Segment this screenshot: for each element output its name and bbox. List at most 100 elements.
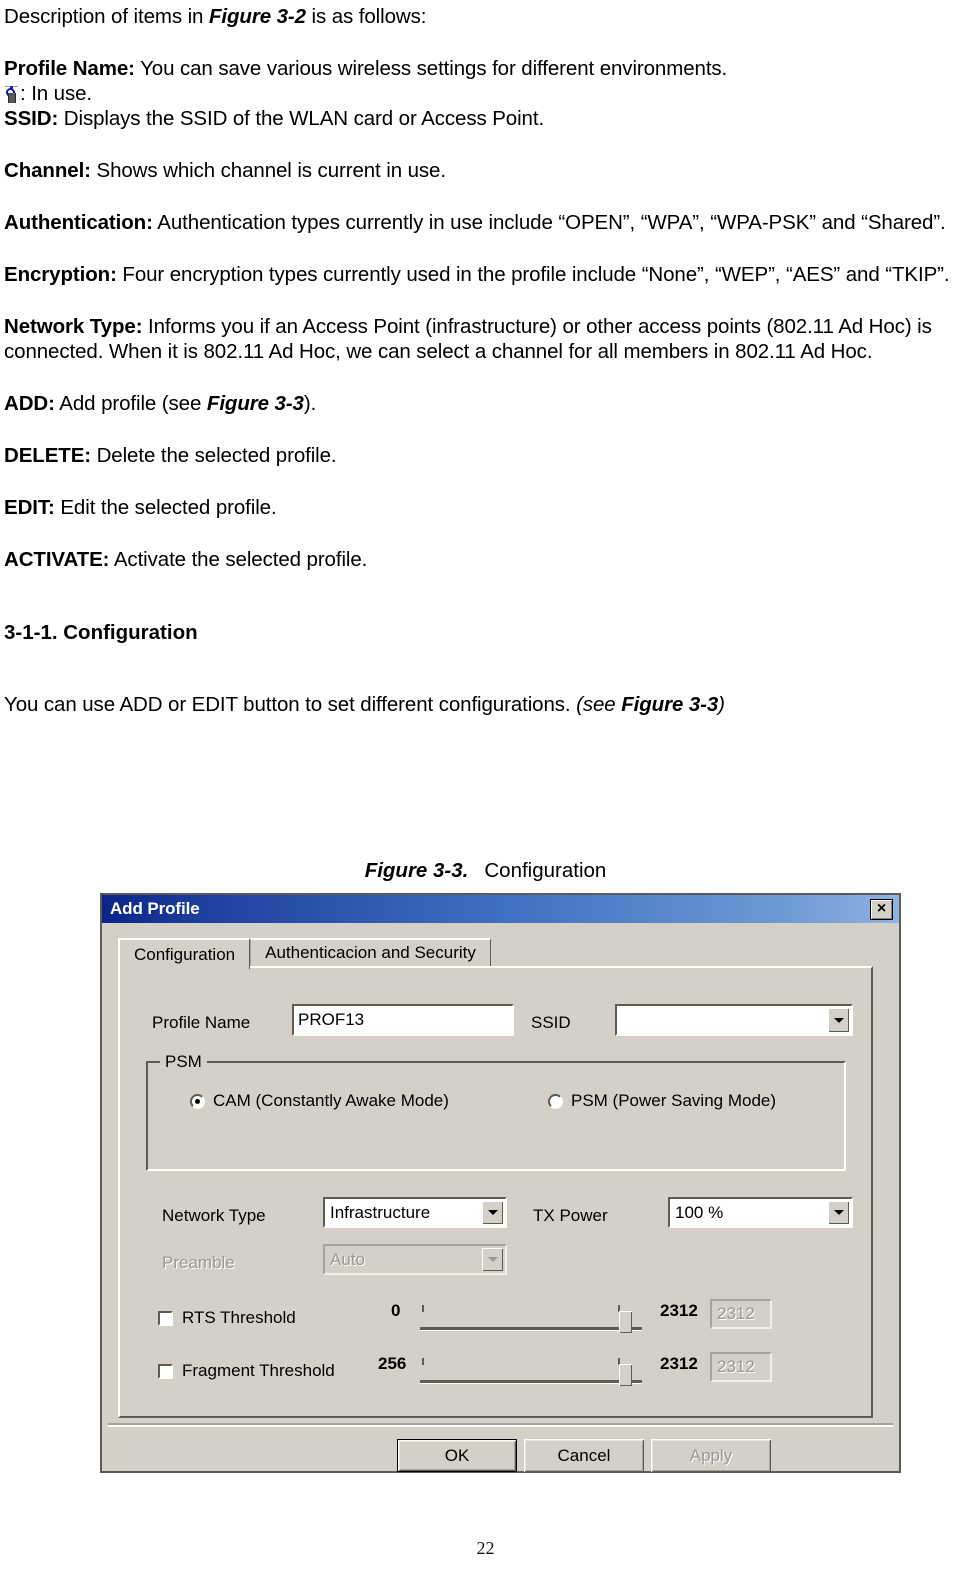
- radio-cam-label: CAM (Constantly Awake Mode): [213, 1091, 449, 1110]
- profile-name-input[interactable]: PROF13: [292, 1004, 514, 1036]
- chevron-down-icon[interactable]: [828, 1201, 849, 1224]
- figure-ref-3-2: Figure 3-2: [208, 5, 306, 28]
- paragraph-network-type: Network Type: Informs you if an Access P…: [4, 314, 967, 364]
- slider-track[interactable]: [420, 1327, 642, 1330]
- paragraph-delete: DELETE: Delete the selected profile.: [4, 443, 967, 468]
- term-network-type: Network Type:: [4, 315, 143, 338]
- slider-tick-min: [422, 1358, 424, 1365]
- paragraph-in-use: : In use.: [4, 81, 967, 106]
- term-edit: EDIT:: [4, 496, 55, 519]
- cancel-button[interactable]: Cancel: [524, 1439, 644, 1472]
- section-heading-3-1-1: 3-1-1. Configuration: [4, 620, 198, 644]
- term-activate: ACTIVATE:: [4, 548, 110, 571]
- tab-authentication-and-security[interactable]: Authenticacion and Security: [250, 938, 491, 966]
- figure-caption: Figure 3-3. Configuration: [0, 858, 971, 883]
- figure-caption-label: Figure 3-3.: [364, 859, 469, 882]
- radio-button-psm-icon[interactable]: [548, 1093, 563, 1109]
- psm-group-label: PSM: [160, 1052, 207, 1072]
- fragment-threshold-row[interactable]: Fragment Threshold: [158, 1361, 335, 1381]
- paragraph-activate: ACTIVATE: Activate the selected profile.: [4, 547, 967, 572]
- rts-threshold-label: RTS Threshold: [182, 1308, 296, 1327]
- preamble-value: Auto: [330, 1249, 365, 1269]
- fragment-threshold-value: 2312: [710, 1352, 772, 1382]
- network-type-value: Infrastructure: [330, 1202, 431, 1222]
- desc-in-use: : In use.: [20, 82, 93, 105]
- fragment-threshold-slider[interactable]: [420, 1356, 642, 1386]
- figure-ref-3-3-body: Figure 3-3: [621, 693, 719, 716]
- paragraph-ssid: SSID: Displays the SSID of the WLAN card…: [4, 106, 967, 131]
- ssid-combobox[interactable]: [615, 1004, 853, 1036]
- term-add: ADD:: [4, 392, 55, 415]
- term-channel: Channel:: [4, 159, 91, 182]
- intro-pre: Description of items in: [4, 5, 209, 28]
- term-profile-name: Profile Name:: [4, 57, 135, 80]
- add-profile-dialog: Add Profile × Configuration Authenticaci…: [100, 893, 901, 1473]
- dialog-titlebar[interactable]: Add Profile ×: [102, 895, 899, 923]
- section-body-paren-open: (see: [576, 693, 622, 716]
- desc-edit: Edit the selected profile.: [54, 496, 277, 519]
- dialog-body: Configuration Authenticacion and Securit…: [102, 923, 899, 1472]
- radio-button-cam-icon[interactable]: [190, 1093, 205, 1109]
- desc-ssid: Displays the SSID of the WLAN card or Ac…: [58, 107, 545, 130]
- paragraph-add: ADD: Add profile (see Figure 3-3).: [4, 391, 967, 416]
- preamble-combobox: Auto: [323, 1244, 507, 1275]
- radio-cam[interactable]: CAM (Constantly Awake Mode): [190, 1091, 449, 1111]
- tx-power-label: TX Power: [533, 1206, 608, 1225]
- preamble-label: Preamble: [162, 1253, 235, 1272]
- network-type-combobox[interactable]: Infrastructure: [323, 1197, 507, 1228]
- paragraph-authentication: Authentication: Authentication types cur…: [4, 210, 967, 235]
- fragment-threshold-label: Fragment Threshold: [182, 1361, 335, 1380]
- paragraph-profile-name: Profile Name: You can save various wirel…: [4, 56, 967, 81]
- term-authentication: Authentication:: [4, 211, 153, 234]
- figure-ref-3-3-add: Figure 3-3: [206, 392, 304, 415]
- paragraph-section-body: You can use ADD or EDIT button to set di…: [4, 692, 967, 717]
- rts-threshold-row[interactable]: RTS Threshold: [158, 1308, 296, 1328]
- in-use-antenna-icon: [4, 86, 19, 103]
- desc-add-after: ).: [303, 392, 317, 415]
- desc-channel: Shows which channel is current in use.: [90, 159, 447, 182]
- slider-tick-min: [422, 1305, 424, 1312]
- profile-name-label: Profile Name: [152, 1013, 251, 1032]
- rts-threshold-slider[interactable]: [420, 1303, 642, 1333]
- button-bar-divider: [108, 1423, 893, 1427]
- psm-groupbox: PSM CAM (Constantly Awake Mode) PSM (Pow…: [146, 1052, 846, 1171]
- checkbox-fragment-threshold-icon[interactable]: [158, 1363, 173, 1379]
- section-body-paren-close: ): [718, 693, 725, 716]
- chevron-down-icon[interactable]: [482, 1201, 503, 1224]
- chevron-down-icon[interactable]: [828, 1008, 849, 1032]
- ok-button-label: OK: [444, 1445, 470, 1465]
- section-body-pre: You can use ADD or EDIT button to set di…: [4, 693, 577, 716]
- apply-button: Apply: [651, 1439, 771, 1472]
- desc-profile-name: You can save various wireless settings f…: [134, 57, 728, 80]
- desc-add: Add profile (see: [54, 392, 207, 415]
- term-delete: DELETE:: [4, 444, 91, 467]
- tab-configuration[interactable]: Configuration: [118, 938, 251, 969]
- paragraph-encryption: Encryption: Four encryption types curren…: [4, 262, 967, 287]
- tx-power-combobox[interactable]: 100 %: [668, 1197, 853, 1228]
- document-body: Description of items in Figure 3-2 is as…: [4, 0, 967, 717]
- radio-psm-label: PSM (Power Saving Mode): [571, 1091, 777, 1110]
- desc-activate: Activate the selected profile.: [109, 548, 368, 571]
- paragraph-intro: Description of items in Figure 3-2 is as…: [4, 4, 967, 29]
- slider-thumb[interactable]: [619, 1364, 632, 1386]
- figure-caption-name: Configuration: [484, 859, 607, 882]
- fragment-threshold-min: 256: [378, 1354, 407, 1373]
- rts-threshold-max: 2312: [660, 1301, 698, 1320]
- intro-post: is as follows:: [305, 5, 427, 28]
- radio-psm[interactable]: PSM (Power Saving Mode): [548, 1091, 776, 1111]
- dialog-title: Add Profile: [110, 899, 200, 918]
- chevron-down-icon: [482, 1248, 503, 1271]
- close-icon[interactable]: ×: [870, 898, 893, 920]
- tab-configuration-label: Configuration: [134, 944, 236, 964]
- ok-button[interactable]: OK: [397, 1439, 517, 1472]
- checkbox-rts-threshold-icon[interactable]: [158, 1310, 173, 1326]
- rts-threshold-value: 2312: [710, 1299, 772, 1329]
- tab-panel-configuration: Profile Name PROF13 SSID PSM CAM (Consta…: [118, 966, 873, 1418]
- slider-track[interactable]: [420, 1380, 642, 1383]
- term-ssid: SSID:: [4, 107, 59, 130]
- slider-thumb[interactable]: [619, 1311, 632, 1333]
- cancel-button-label: Cancel: [557, 1445, 611, 1465]
- term-encryption: Encryption:: [4, 263, 117, 286]
- ssid-label: SSID: [531, 1013, 571, 1032]
- desc-network-type: Informs you if an Access Point (infrastr…: [4, 315, 932, 363]
